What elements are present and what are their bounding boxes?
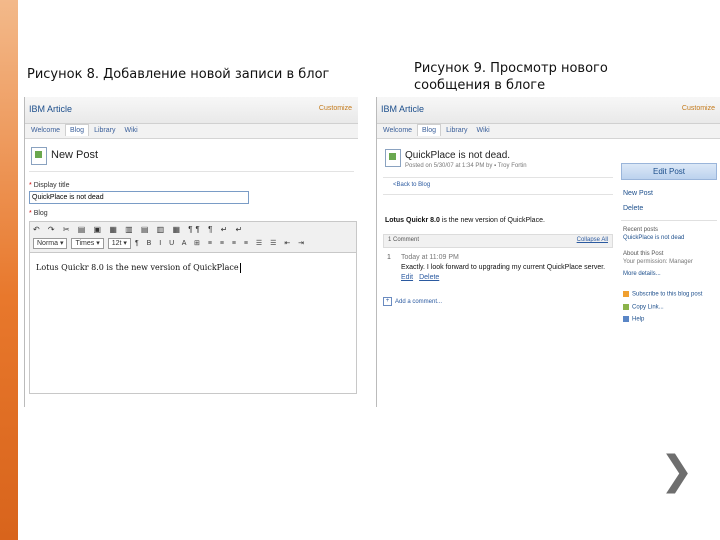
font-select[interactable]: Times ▾	[71, 238, 104, 249]
blog-label: * Blog	[29, 210, 48, 217]
recent-post-link[interactable]: QuickPlace is not dead	[623, 235, 717, 241]
copy-link-link[interactable]: Copy Link...	[623, 303, 717, 310]
text-cursor	[239, 263, 241, 273]
tab-library[interactable]: Library	[90, 125, 119, 136]
comment-text: Exactly. I look forward to upgrading my …	[401, 264, 606, 271]
size-select[interactable]: 12t ▾	[107, 238, 131, 249]
caption-figure-9: Рисунок 9. Просмотр нового сообщения в б…	[414, 61, 608, 93]
editor-content: Lotus Quickr 8.0 is the new version of Q…	[36, 263, 241, 273]
toolbar-icons-row1[interactable]: ↶ ↷ ✂ ▤ ▣ ▦ ▥ ▤ ▥ ▦ ¶¶ ¶ ↵ ↵	[33, 225, 245, 234]
comment-time: Today at 11:09 PM	[401, 254, 459, 261]
format-icons[interactable]: ¶ B I U A ⊞ ≡ ≡ ≡ ≡ ☰ ☰ ⇤ ⇥	[135, 240, 307, 247]
blog-editor[interactable]: Lotus Quickr 8.0 is the new version of Q…	[29, 253, 357, 394]
divider	[383, 194, 613, 195]
toolbar-row2: Norma ▾ Times ▾ 12t ▾ ¶ B I U A ⊞ ≡ ≡ ≡ ≡ ☰…	[33, 238, 307, 249]
app-title: IBM Article	[381, 104, 425, 114]
post-meta: Posted on 5/30/07 at 1:34 PM by ▪ Troy F…	[405, 163, 527, 169]
page-title: New Post	[51, 149, 99, 161]
tab-library[interactable]: Library	[442, 125, 471, 136]
app-title: IBM Article	[29, 104, 73, 114]
tab-wiki[interactable]: Wiki	[472, 125, 493, 136]
divider	[621, 220, 717, 221]
display-title-input[interactable]	[29, 191, 249, 204]
post-title: QuickPlace is not dead.	[405, 150, 511, 161]
permission-text: Your permission: Manager	[623, 259, 693, 265]
comment-delete-link[interactable]: Delete	[419, 274, 439, 281]
collapse-all-link[interactable]: Collapse All	[577, 237, 608, 243]
tab-bar: Welcome Blog Library Wiki	[377, 124, 720, 139]
edit-post-button[interactable]: Edit Post	[621, 163, 717, 180]
customize-link[interactable]: Customize	[682, 105, 715, 112]
screenshot-new-post: IBM Article Customize Welcome Blog Library…	[24, 97, 358, 407]
comments-count[interactable]: 1 Comment	[388, 237, 419, 243]
app-header: IBM Article Customize	[377, 97, 720, 124]
comment-item: 1 Today at 11:09 PM Exactly. I look forwa…	[387, 254, 613, 281]
post-main-column: QuickPlace is not dead. Posted on 5/30/0…	[383, 141, 613, 306]
post-header: QuickPlace is not dead. Posted on 5/30/0…	[383, 147, 613, 178]
side-actions: Subscribe to this blog post Copy Link...…	[621, 291, 717, 323]
about-post-label: About this Post	[623, 251, 664, 257]
add-comment-link[interactable]: + Add a comment...	[383, 297, 613, 306]
side-new-post-link[interactable]: New Post	[623, 190, 717, 197]
next-slide-chevron-icon[interactable]: ❯	[660, 448, 694, 494]
tab-welcome[interactable]: Welcome	[379, 125, 416, 136]
back-to-blog-link[interactable]: <Back to Blog	[393, 182, 613, 188]
new-post-icon	[31, 147, 47, 165]
customize-link[interactable]: Customize	[319, 105, 352, 112]
post-icon	[385, 149, 401, 167]
tab-wiki[interactable]: Wiki	[120, 125, 141, 136]
tab-blog[interactable]: Blog	[65, 124, 90, 136]
orange-side-stripe	[0, 0, 18, 540]
caption-figure-8: Рисунок 8. Добавление новой записи в бло…	[27, 67, 330, 82]
comment-number: 1	[387, 254, 391, 261]
comment-edit-link[interactable]: Edit	[401, 274, 413, 281]
rss-icon	[623, 291, 629, 297]
help-link[interactable]: Help	[623, 316, 717, 323]
tab-blog[interactable]: Blog	[417, 124, 442, 136]
screenshot-view-post: IBM Article Customize Welcome Blog Library…	[376, 97, 720, 407]
plus-icon: +	[383, 297, 392, 306]
more-details-link[interactable]: More details...	[623, 271, 717, 277]
display-title-label: * Display title	[29, 182, 70, 189]
comment-actions: Edit Delete	[401, 274, 613, 281]
tab-bar: Welcome Blog Library Wiki	[25, 124, 358, 139]
subscribe-link[interactable]: Subscribe to this blog post	[623, 291, 717, 298]
post-sidebar: Edit Post New Post Delete Recent posts Q…	[621, 163, 717, 323]
tab-welcome[interactable]: Welcome	[27, 125, 64, 136]
style-select[interactable]: Norma ▾	[33, 238, 68, 249]
post-body: Lotus Quickr 8.0 is the new version of Q…	[385, 217, 545, 224]
comments-bar: 1 Comment Collapse All	[383, 234, 613, 248]
side-delete-link[interactable]: Delete	[623, 205, 717, 212]
copy-icon	[623, 303, 629, 310]
new-post-header: New Post	[29, 145, 354, 172]
rich-text-toolbar: ↶ ↷ ✂ ▤ ▣ ▦ ▥ ▤ ▥ ▦ ¶¶ ¶ ↵ ↵ Norma ▾ Time…	[29, 221, 357, 253]
app-header: IBM Article Customize	[25, 97, 358, 124]
help-icon	[623, 316, 629, 323]
recent-posts-label: Recent posts	[623, 227, 659, 233]
